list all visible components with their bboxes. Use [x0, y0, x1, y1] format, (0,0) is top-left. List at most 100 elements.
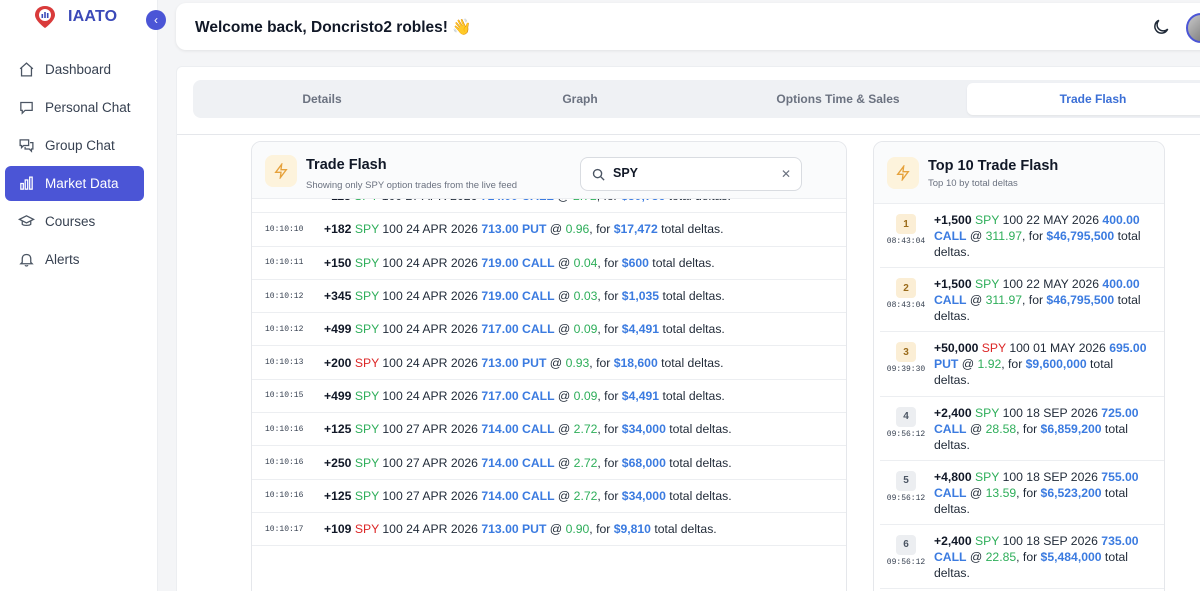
- trade-symbol: SPY: [354, 455, 380, 470]
- list-item[interactable]: 2 08:43:04 +1,500 SPY 100 22 MAY 2026 400.…: [880, 268, 1164, 333]
- top-header: Welcome back, Doncristo2 robles! 👋: [176, 3, 1200, 50]
- trade-contract: 100 27 APR 2026: [382, 488, 478, 503]
- chevron-left-icon: ‹: [154, 13, 158, 27]
- trade-description: +1,500 SPY 100 22 MAY 2026 400.00 CALL @…: [934, 212, 1150, 260]
- clear-search-icon[interactable]: ✕: [781, 167, 791, 181]
- trade-at: @: [966, 485, 986, 500]
- table-row[interactable]: 10:10:16 +250 SPY 100 27 APR 2026 714.00 …: [252, 446, 846, 480]
- group-chat-icon: [17, 137, 35, 155]
- trade-total: $46,795,500: [1046, 229, 1115, 243]
- trade-symbol: SPY: [354, 322, 380, 337]
- trade-for: , for: [1022, 293, 1047, 308]
- list-item[interactable]: 5 09:56:12 +4,800 SPY 100 18 SEP 2026 755.…: [880, 461, 1164, 525]
- trade-description: +345 SPY 100 24 APR 2026 719.00 CALL @ 0…: [324, 289, 725, 303]
- trade-total: $4,491: [621, 388, 660, 403]
- trade-total: $17,472: [613, 222, 658, 237]
- trade-time: 09:56:12: [886, 557, 926, 567]
- trade-suffix: total deltas.: [659, 322, 725, 337]
- table-row[interactable]: 10:10:10 +182 SPY 100 24 APR 2026 713.00 …: [252, 213, 846, 247]
- trade-qty: +109: [324, 522, 352, 537]
- trade-qty: +50,000: [934, 341, 979, 356]
- trade-symbol: SPY: [354, 422, 380, 437]
- trade-flash-header: Trade Flash Showing only SPY option trad…: [252, 142, 846, 199]
- trade-time: 09:56:12: [886, 493, 926, 503]
- trade-contract: 100 24 APR 2026: [382, 388, 478, 403]
- sidebar-item-personal-chat[interactable]: Personal Chat: [5, 90, 144, 125]
- tab-details[interactable]: Details: [193, 83, 451, 115]
- trade-contract: 100 22 MAY 2026: [1002, 213, 1100, 227]
- trade-symbol: SPY: [354, 488, 380, 503]
- trade-contract: 100 18 SEP 2026: [1002, 533, 1098, 548]
- trade-for: , for: [597, 289, 622, 304]
- avatar[interactable]: [1186, 13, 1200, 43]
- logo[interactable]: IAATO: [32, 2, 117, 32]
- trade-for: , for: [589, 522, 614, 537]
- divider: [177, 134, 1200, 135]
- trade-qty: +2,400: [934, 533, 972, 548]
- trade-price: 13.59: [985, 485, 1017, 500]
- trade-price: 28.58: [985, 421, 1017, 436]
- search-input[interactable]: [613, 166, 773, 180]
- table-row[interactable]: 10:10:13 +200 SPY 100 24 APR 2026 713.00 …: [252, 346, 846, 380]
- table-row[interactable]: 10:10:11 +150 SPY 100 24 APR 2026 719.00 …: [252, 247, 846, 280]
- table-row[interactable]: 10:10:16 +125 SPY 100 27 APR 2026 714.00 …: [252, 413, 846, 447]
- trade-strike: 713.00 PUT: [481, 222, 547, 237]
- trade-description: +4,800 SPY 100 18 SEP 2026 755.00 CALL @…: [934, 469, 1150, 517]
- trade-at: @: [554, 255, 574, 270]
- trade-time: 08:43:04: [886, 301, 926, 311]
- trade-at: @: [546, 222, 566, 237]
- trade-flash-card: 10:10:02+113 SPY 100 27 APR 2026 714.00 …: [251, 141, 847, 591]
- trade-at: @: [546, 355, 566, 370]
- tab-graph[interactable]: Graph: [451, 83, 709, 115]
- trade-symbol: SPY: [975, 213, 1000, 227]
- sidebar-item-dashboard[interactable]: Dashboard: [5, 52, 144, 87]
- list-item[interactable]: 1 08:43:04 +1,500 SPY 100 22 MAY 2026 400.…: [880, 204, 1164, 269]
- sidebar-item-courses[interactable]: Courses: [5, 204, 144, 239]
- table-row[interactable]: 10:10:12 +345 SPY 100 24 APR 2026 719.00 …: [252, 280, 846, 314]
- sidebar-item-alerts[interactable]: Alerts: [5, 242, 144, 277]
- tab-trade-flash[interactable]: Trade Flash: [967, 83, 1200, 115]
- sidebar-item-label: Dashboard: [45, 62, 112, 77]
- trade-for: , for: [1001, 357, 1026, 372]
- trade-qty: +125: [324, 422, 352, 437]
- sidebar-item-market-data[interactable]: Market Data: [5, 166, 144, 201]
- trade-contract: 100 01 MAY 2026: [1009, 341, 1106, 356]
- trade-flash-list: 10:10:02+113 SPY 100 27 APR 2026 714.00 …: [252, 180, 846, 547]
- trade-at: @: [554, 488, 574, 503]
- table-row[interactable]: 10:10:12 +499 SPY 100 24 APR 2026 717.00 …: [252, 313, 846, 347]
- sidebar-item-group-chat[interactable]: Group Chat: [5, 128, 144, 163]
- top10-header: Top 10 Trade Flash Top 10 by total delta…: [874, 142, 1164, 204]
- search-box[interactable]: ✕: [580, 157, 802, 191]
- moon-icon[interactable]: [1151, 17, 1171, 37]
- sidebar-item-label: Courses: [45, 214, 96, 229]
- trade-at: @: [966, 293, 986, 308]
- bar-chart-icon: [17, 175, 35, 193]
- trade-at: @: [958, 357, 978, 372]
- list-item[interactable]: 3 09:39:30 +50,000 SPY 100 01 MAY 2026 695…: [880, 332, 1164, 397]
- list-item[interactable]: 4 09:56:12 +2,400 SPY 100 18 SEP 2026 725.…: [880, 397, 1164, 461]
- trade-at: @: [966, 229, 986, 243]
- trade-time: 10:10:15: [265, 391, 304, 401]
- trade-description: +2,400 SPY 100 18 SEP 2026 735.00 CALL @…: [934, 533, 1150, 581]
- trade-qty: +1,500: [934, 213, 972, 227]
- trade-strike: 714.00 CALL: [481, 488, 555, 503]
- trade-time: 10:10:16: [265, 491, 304, 501]
- trade-price: 0.96: [565, 222, 590, 237]
- trade-price: 0.09: [573, 388, 598, 403]
- trade-suffix: total deltas.: [657, 222, 724, 237]
- trade-contract: 100 24 APR 2026: [382, 255, 478, 270]
- table-row[interactable]: 10:10:17 +109 SPY 100 24 APR 2026 713.00 …: [252, 513, 846, 547]
- tab-options-time-sales[interactable]: Options Time & Sales: [709, 83, 967, 115]
- trade-symbol: SPY: [975, 277, 1000, 292]
- table-row[interactable]: 10:10:16 +125 SPY 100 27 APR 2026 714.00 …: [252, 480, 846, 513]
- table-row[interactable]: 10:10:15 +499 SPY 100 24 APR 2026 717.00 …: [252, 380, 846, 414]
- trade-for: , for: [1016, 549, 1041, 564]
- trade-qty: +125: [324, 488, 352, 503]
- trade-total: $68,000: [621, 455, 666, 470]
- list-item[interactable]: 6 09:56:12 +2,400 SPY 100 18 SEP 2026 735.…: [880, 525, 1164, 590]
- collapse-sidebar-button[interactable]: ‹: [146, 10, 166, 30]
- trade-for: , for: [597, 388, 622, 403]
- sidebar-item-label: Group Chat: [45, 138, 115, 153]
- welcome-message: Welcome back, Doncristo2 robles! 👋: [195, 19, 472, 36]
- trade-at: @: [554, 388, 574, 403]
